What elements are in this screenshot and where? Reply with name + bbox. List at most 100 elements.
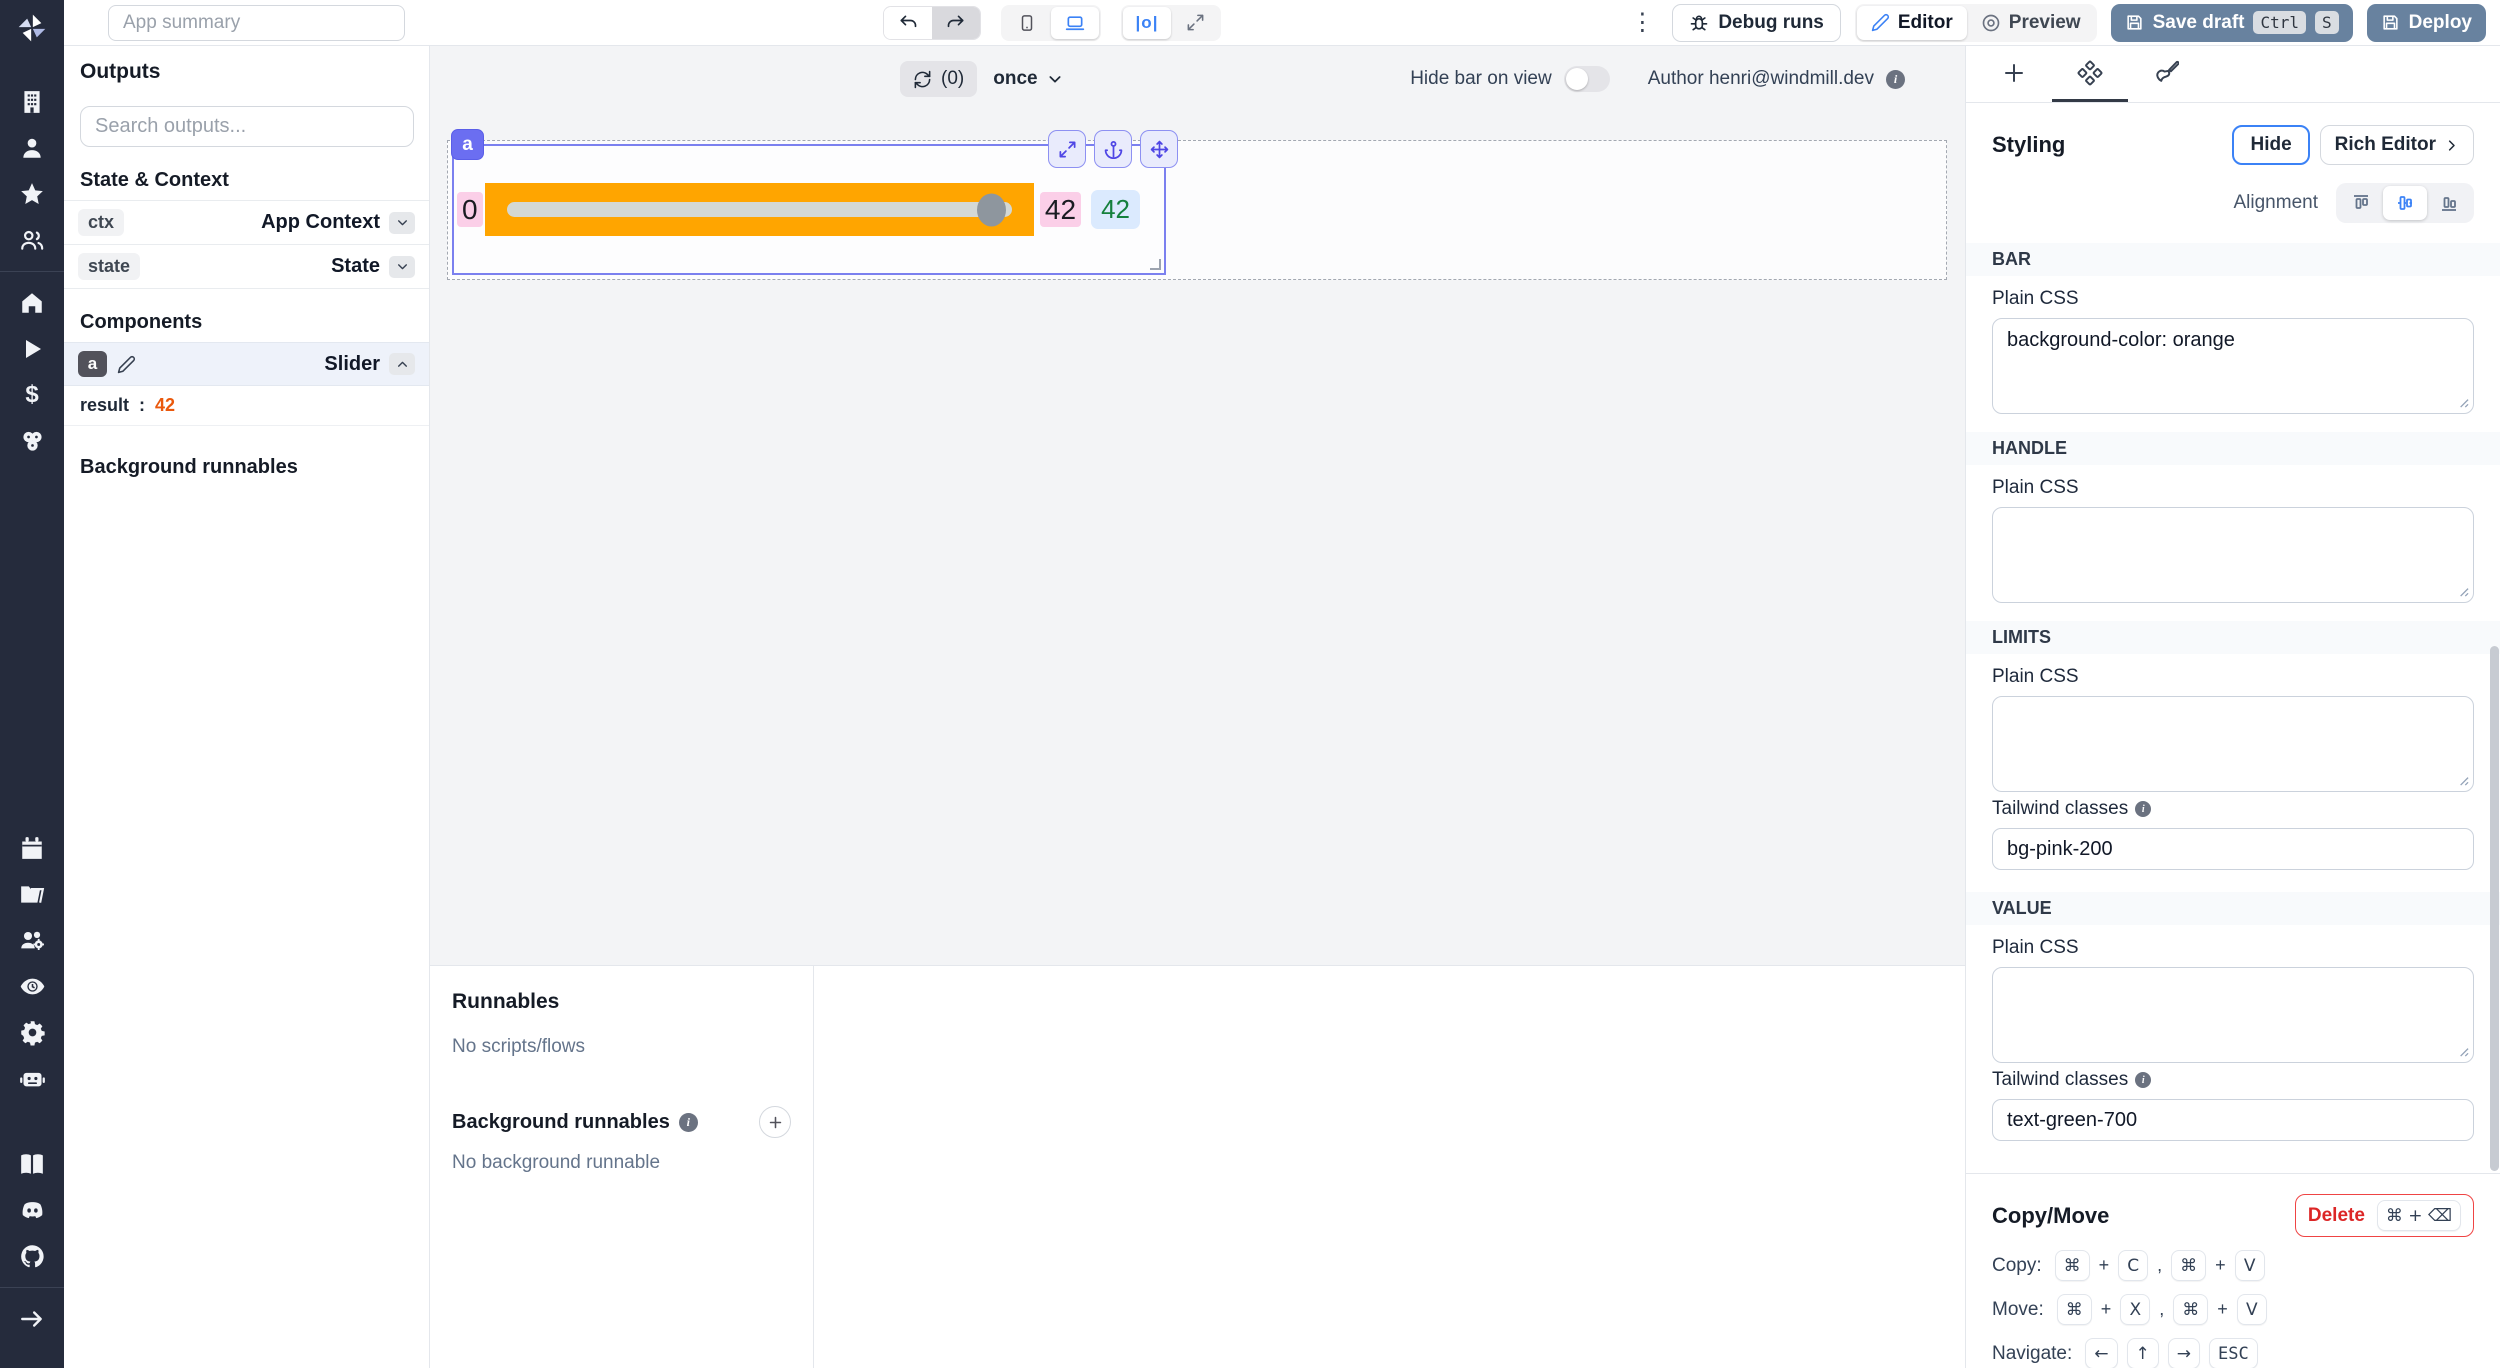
recompute-count: (0) [941,68,964,90]
favorites-star-icon[interactable] [0,171,64,217]
runnable-detail-panel [814,966,1965,1368]
resources-icon[interactable] [0,418,64,464]
rich-editor-button[interactable]: Rich Editor [2320,125,2474,165]
main-column: |o| ⋮ Debug runs [64,0,2500,1368]
windmill-app-editor: $ [0,0,2500,1368]
background-runnables-title: Background runnables [452,1111,670,1134]
runs-play-icon[interactable] [0,326,64,372]
undo-button[interactable] [884,7,932,39]
output-row-state[interactable]: state State [64,245,429,289]
slider-handle[interactable] [977,193,1006,226]
recompute-button[interactable]: (0) [900,61,977,97]
component-resize-handle[interactable] [1150,259,1161,270]
chevron-down-icon[interactable] [389,212,415,234]
user-icon[interactable] [0,125,64,171]
move-component-icon[interactable] [1140,130,1178,168]
more-menu-icon[interactable]: ⋮ [1626,11,1658,35]
fullwidth-layout-button[interactable] [1171,7,1219,39]
hide-bar-toggle[interactable] [1564,66,1610,92]
rename-pencil-icon[interactable] [117,355,136,374]
handle-plain-css-textarea[interactable] [1992,507,2474,603]
windmill-logo[interactable] [15,11,49,45]
workers-icon[interactable] [0,917,64,963]
plus-icon [2002,61,2026,85]
editor-tab[interactable]: Editor [1857,6,1967,40]
output-row-ctx[interactable]: ctx App Context [64,200,429,245]
hide-styling-button[interactable]: Hide [2232,125,2309,165]
section-header-bar: BAR [1966,243,2500,276]
folders-icon[interactable] [0,871,64,917]
search-outputs-input[interactable] [80,106,414,147]
home-icon[interactable] [0,280,64,326]
bar-plain-css-textarea[interactable]: background-color: orange [1992,318,2474,414]
docs-book-icon[interactable] [0,1141,64,1187]
plain-css-label: Plain CSS [1992,477,2474,499]
slider-bar[interactable] [485,183,1034,236]
align-bottom-icon[interactable] [2427,186,2471,220]
ai-robot-icon[interactable] [0,1055,64,1101]
slider-component-selected[interactable]: a [452,144,1166,275]
preview-tab[interactable]: Preview [1967,6,2095,40]
tailwind-classes-label: Tailwind classes i [1992,1069,2474,1091]
runnables-title: Runnables [452,990,791,1014]
desktop-view-button[interactable] [1051,7,1099,39]
right-panel: Styling Hide Rich Editor A [1965,46,2500,1368]
rail-divider [0,271,64,272]
workspace-icon[interactable] [0,79,64,125]
audit-logs-icon[interactable] [0,963,64,1009]
tab-component-settings[interactable] [2052,46,2128,102]
discord-icon[interactable] [0,1187,64,1233]
debug-runs-button[interactable]: Debug runs [1672,4,1841,42]
deploy-button[interactable]: Deploy [2367,4,2486,42]
add-background-runnable-button[interactable] [759,1106,791,1138]
slider-value-badge: 42 [1091,190,1140,229]
settings-gear-icon[interactable] [0,1009,64,1055]
center-layout-button[interactable]: |o| [1123,7,1171,39]
chevron-up-icon[interactable] [389,353,415,375]
component-row-a[interactable]: a Slider [64,342,429,386]
limits-tailwind-input[interactable] [1992,828,2474,870]
save-icon [2125,13,2144,32]
slider-track[interactable] [507,202,1012,217]
align-top-icon[interactable] [2339,186,2383,220]
recompute-mode-dropdown[interactable]: once [993,68,1062,90]
schedules-calendar-icon[interactable] [0,825,64,871]
v-key: V [2237,1294,2267,1325]
github-icon[interactable] [0,1233,64,1279]
app-summary-input[interactable] [108,5,405,41]
info-icon[interactable]: i [1886,70,1905,89]
outputs-title: Outputs [64,60,429,84]
mobile-view-button[interactable] [1003,7,1051,39]
value-plain-css-textarea[interactable] [1992,967,2474,1063]
limits-plain-css-textarea[interactable] [1992,696,2474,792]
variables-dollar-icon[interactable]: $ [0,372,64,418]
chevron-down-icon[interactable] [389,256,415,278]
topbar-right-controls: ⋮ Debug runs Editor [1626,4,2486,42]
tab-global-styling[interactable] [2128,46,2204,102]
info-icon[interactable]: i [2135,1072,2151,1088]
result-row[interactable]: result : 42 [64,386,429,426]
component-badge[interactable]: a [451,129,484,160]
align-center-icon[interactable] [2383,186,2427,220]
info-icon[interactable]: i [679,1113,698,1132]
info-icon[interactable]: i [2135,801,2151,817]
x-key: X [2120,1294,2150,1325]
expand-component-icon[interactable] [1048,130,1086,168]
save-draft-button[interactable]: Save draft Ctrl S [2111,4,2353,42]
ctrl-key-chip: Ctrl [2253,11,2306,34]
alignment-segmented-control [2336,183,2474,223]
value-tailwind-input[interactable] [1992,1099,2474,1141]
anchor-component-icon[interactable] [1094,130,1132,168]
plain-css-label: Plain CSS [1992,666,2474,688]
plain-css-label: Plain CSS [1992,937,2474,959]
expand-sidebar-arrow-icon[interactable] [0,1296,64,1342]
redo-button[interactable] [932,7,980,39]
groups-icon[interactable] [0,217,64,263]
delete-component-button[interactable]: Delete ⌘ + ⌫ [2295,1194,2474,1237]
copy-move-section: Copy/Move Delete ⌘ + ⌫ Copy: ⌘ + C , [1966,1174,2500,1368]
scrollbar-thumb[interactable] [2490,646,2499,1171]
hide-bar-label: Hide bar on view [1410,68,1552,90]
bottom-panel: Runnables No scripts/flows Background ru… [430,965,1965,1368]
arrow-right-key: → [2168,1338,2200,1368]
tab-insert-component[interactable] [1976,46,2052,102]
